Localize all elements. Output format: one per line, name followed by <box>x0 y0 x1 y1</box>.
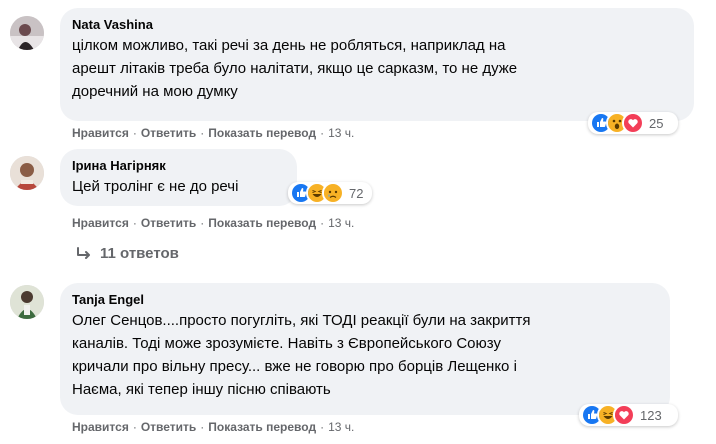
like-button[interactable]: Нравится <box>72 216 129 230</box>
comment-text-line: кричали про вільну пресу... вже не говор… <box>72 358 517 375</box>
reactions-summary[interactable]: 25 <box>588 112 678 134</box>
reaction-count: 25 <box>649 115 664 131</box>
comment-text-line: арешт літаків треба було налітати, якщо … <box>72 60 518 77</box>
show-translation-button[interactable]: Показать перевод <box>208 126 316 140</box>
love-icon <box>622 112 644 134</box>
avatar[interactable] <box>10 285 44 319</box>
reply-button[interactable]: Ответить <box>141 216 196 230</box>
show-translation-button[interactable]: Показать перевод <box>208 420 316 434</box>
comment-author[interactable]: Tanja Engel <box>72 291 658 308</box>
reactions-summary[interactable]: 72 <box>288 182 372 204</box>
reply-button[interactable]: Ответить <box>141 126 196 140</box>
comment-text-line: каналів. Тоді може зрозумієте. Навіть з … <box>72 335 501 352</box>
comment-author[interactable]: Ірина Нагірняк <box>72 157 285 174</box>
comment-bubble: Ірина Нагірняк Цей тролінг є не до речі <box>60 149 297 206</box>
comment-text-line: доречний на мою думку <box>72 83 238 100</box>
view-replies-button[interactable]: 11 ответов <box>76 245 179 262</box>
like-button[interactable]: Нравится <box>72 420 129 434</box>
comment-text-line: Наєма, які тепер іншу пісню співають <box>72 381 331 398</box>
avatar[interactable] <box>10 16 44 50</box>
comment-actions: Нравится · Ответить · Показать перевод · 13 ч. <box>72 126 355 140</box>
reply-arrow-icon <box>77 246 90 259</box>
avatar[interactable] <box>10 156 44 190</box>
reactions-summary[interactable]: 123 <box>579 404 678 426</box>
comment-author[interactable]: Nata Vashina <box>72 16 682 33</box>
comment-bubble: Nata Vashina цілком можливо, такі речі з… <box>60 8 694 121</box>
reply-button[interactable]: Ответить <box>141 420 196 434</box>
replies-count-label: 11 ответов <box>100 245 179 262</box>
like-button[interactable]: Нравится <box>72 126 129 140</box>
love-icon <box>613 404 635 426</box>
comment-actions: Нравится · Ответить · Показать перевод · 13 ч. <box>72 420 355 434</box>
comment-bubble: Tanja Engel Олег Сенцов....просто погугл… <box>60 283 670 415</box>
comment-text-line: Цей тролінг є не до речі <box>72 178 239 195</box>
comment-timestamp[interactable]: 13 ч. <box>328 420 354 434</box>
comment-text-line: цілком можливо, такі речі за день не роб… <box>72 37 506 54</box>
comment-timestamp[interactable]: 13 ч. <box>328 216 354 230</box>
sad-icon <box>322 182 344 204</box>
comment-timestamp[interactable]: 13 ч. <box>328 126 354 140</box>
comment-actions: Нравится · Ответить · Показать перевод · 13 ч. <box>72 216 355 230</box>
show-translation-button[interactable]: Показать перевод <box>208 216 316 230</box>
comment-text-line: Олег Сенцов....просто погугліть, які ТОД… <box>72 312 531 329</box>
reaction-count: 72 <box>349 185 364 201</box>
reaction-count: 123 <box>640 407 662 423</box>
